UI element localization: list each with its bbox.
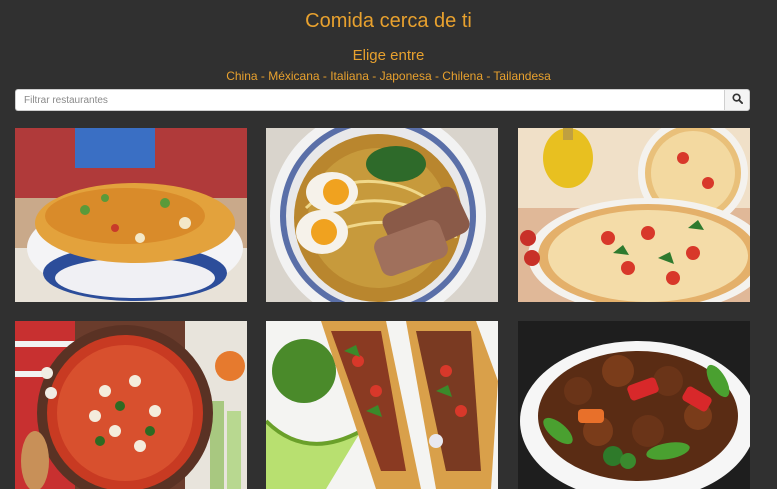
restaurant-card-italiana[interactable]: [518, 128, 750, 302]
search-input[interactable]: [15, 89, 724, 111]
page-subtitle: Elige entre: [352, 47, 425, 64]
search-button[interactable]: [724, 89, 750, 111]
search-icon: [731, 91, 743, 109]
search-bar: [15, 89, 750, 111]
restaurant-card-chilena[interactable]: [15, 321, 247, 489]
cuisine-list: China - Méxicana - Italiana - Japonesa -…: [226, 69, 551, 83]
bean-soup-image: [15, 321, 247, 489]
tacos-image: [266, 321, 498, 489]
ramen-image: [266, 128, 498, 302]
fried-rice-image: [15, 128, 247, 302]
page-title: Comida cerca de ti: [305, 10, 472, 32]
pizza-image: [518, 128, 750, 302]
restaurant-card-china[interactable]: [15, 128, 247, 302]
restaurant-card-tailandesa[interactable]: [518, 321, 750, 489]
restaurant-card-japonesa[interactable]: [266, 128, 498, 302]
stir-fry-image: [518, 321, 750, 489]
restaurant-card-mexicana[interactable]: [266, 321, 498, 489]
